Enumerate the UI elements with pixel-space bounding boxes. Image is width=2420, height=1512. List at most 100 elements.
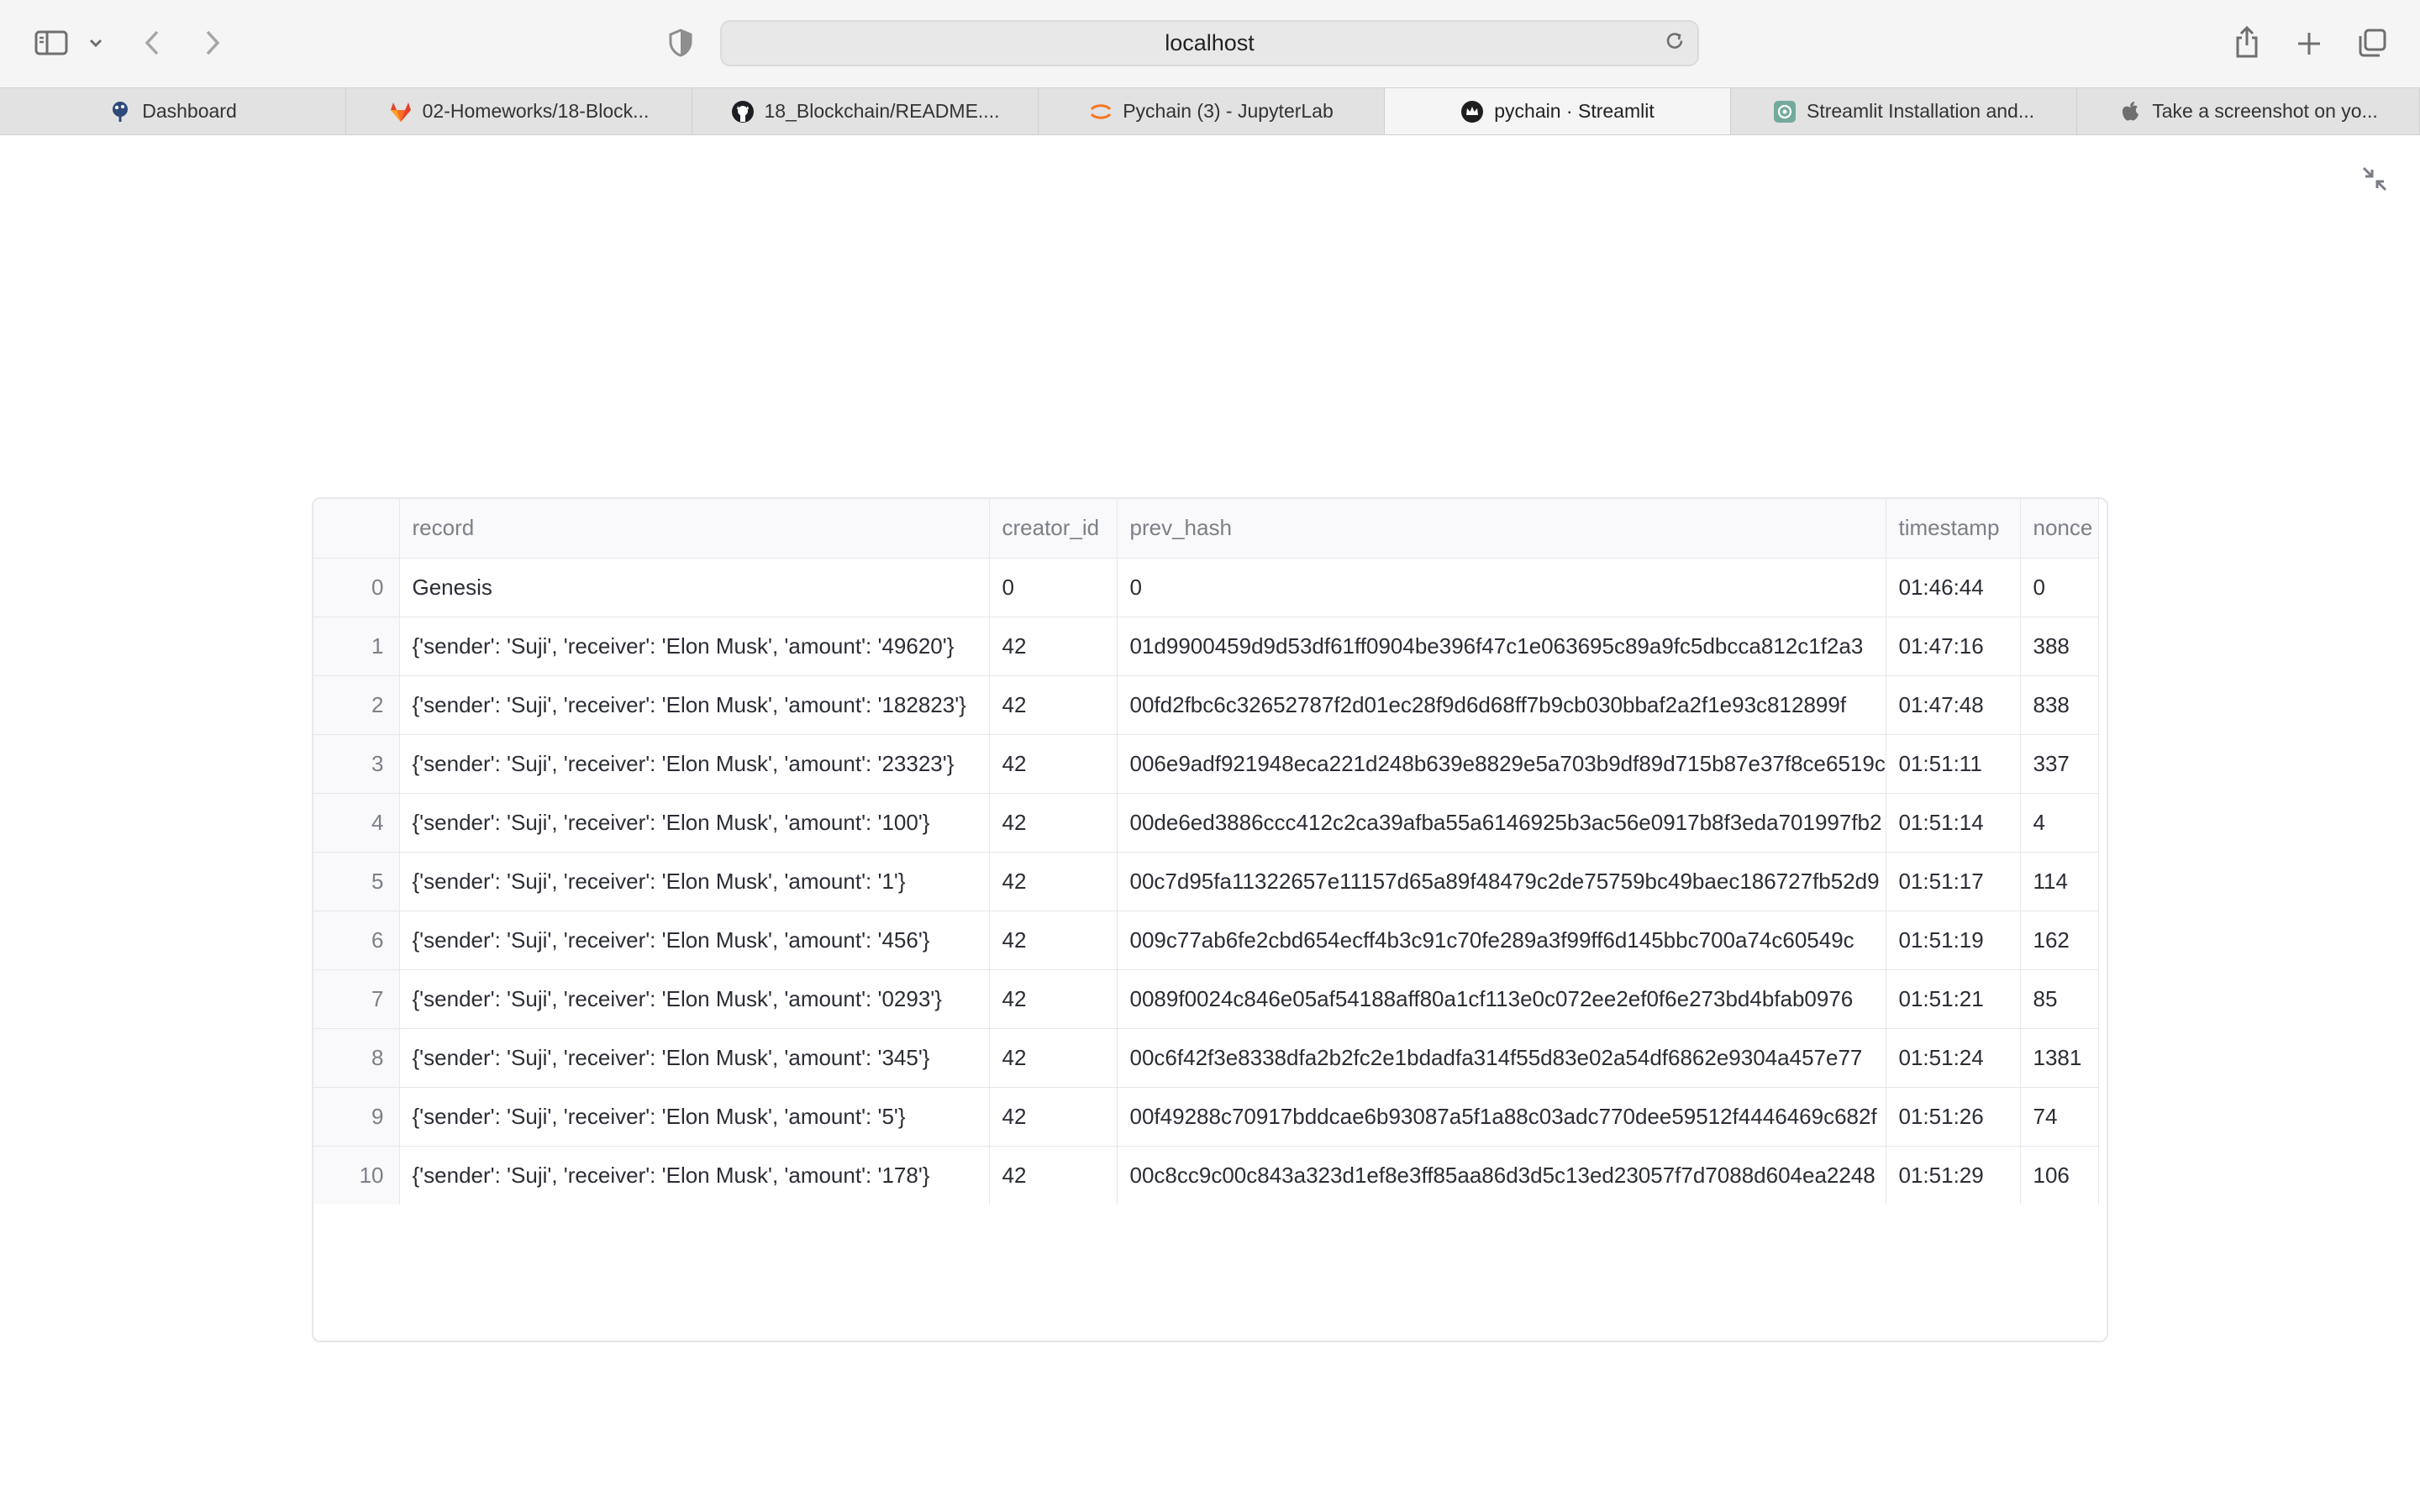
address-bar[interactable]: localhost bbox=[720, 20, 1699, 66]
cell-prev-hash[interactable]: 00f49288c70917bddcae6b93087a5f1a88c03adc… bbox=[1117, 1087, 1886, 1147]
cell-creator-id[interactable]: 42 bbox=[989, 911, 1118, 970]
cell-timestamp[interactable]: 01:46:44 bbox=[1886, 558, 2021, 617]
tab-label: pychain · Streamlit bbox=[1494, 100, 1655, 122]
cell-creator-id[interactable]: 0 bbox=[989, 558, 1118, 617]
share-icon[interactable] bbox=[2230, 24, 2264, 60]
tab-streamlit-installation[interactable]: Streamlit Installation and... bbox=[1731, 88, 2077, 134]
cell-timestamp[interactable]: 01:51:19 bbox=[1886, 911, 2021, 970]
cell-creator-id[interactable]: 42 bbox=[989, 852, 1118, 911]
cell-creator-id[interactable]: 42 bbox=[989, 1028, 1118, 1088]
row-index[interactable]: 3 bbox=[313, 734, 400, 794]
row-index[interactable]: 8 bbox=[313, 1028, 400, 1088]
cell-prev-hash[interactable]: 01d9900459d9d53df61ff0904be396f47c1e0636… bbox=[1117, 617, 1886, 676]
cell-timestamp[interactable]: 01:47:16 bbox=[1886, 617, 2021, 676]
row-index[interactable]: 7 bbox=[313, 969, 400, 1029]
row-index[interactable]: 4 bbox=[313, 793, 400, 853]
cell-nonce[interactable]: 337 bbox=[2020, 734, 2099, 794]
gitlab-icon bbox=[389, 100, 413, 123]
cell-prev-hash[interactable]: 00fd2fbc6c32652787f2d01ec28f9d6d68ff7b9c… bbox=[1117, 675, 1886, 735]
cell-prev-hash[interactable]: 006e9adf921948eca221d248b639e8829e5a703b… bbox=[1117, 734, 1886, 794]
tab-apple-screenshot[interactable]: Take a screenshot on yo... bbox=[2077, 88, 2420, 134]
column-header-record[interactable]: record bbox=[399, 499, 990, 559]
table-row: 8 {'sender': 'Suji', 'receiver': 'Elon Mu… bbox=[313, 1028, 2099, 1088]
cell-nonce[interactable]: 114 bbox=[2020, 852, 2099, 911]
column-header-prev-hash[interactable]: prev_hash bbox=[1117, 499, 1886, 559]
cell-nonce[interactable]: 74 bbox=[2020, 1087, 2099, 1147]
new-tab-plus-icon[interactable] bbox=[2292, 27, 2326, 60]
cell-timestamp[interactable]: 01:51:29 bbox=[1886, 1146, 2021, 1205]
cell-creator-id[interactable]: 42 bbox=[989, 675, 1118, 735]
column-header-nonce[interactable]: nonce bbox=[2020, 499, 2099, 559]
cell-creator-id[interactable]: 42 bbox=[989, 1146, 1118, 1205]
cell-record[interactable]: {'sender': 'Suji', 'receiver': 'Elon Mus… bbox=[399, 734, 990, 794]
cell-record[interactable]: {'sender': 'Suji', 'receiver': 'Elon Mus… bbox=[399, 969, 990, 1029]
cell-record[interactable]: {'sender': 'Suji', 'receiver': 'Elon Mus… bbox=[399, 1146, 990, 1205]
exit-fullscreen-icon[interactable] bbox=[2361, 165, 2388, 192]
row-index[interactable]: 0 bbox=[313, 558, 400, 617]
row-index[interactable]: 5 bbox=[313, 852, 400, 911]
cell-creator-id[interactable]: 42 bbox=[989, 969, 1118, 1029]
table-row: 3 {'sender': 'Suji', 'receiver': 'Elon Mu… bbox=[313, 734, 2099, 794]
tab-strip: Dashboard 02-Homeworks/18-Block... 18_Bl… bbox=[0, 87, 2420, 135]
row-index[interactable]: 6 bbox=[313, 911, 400, 970]
cell-timestamp[interactable]: 01:51:26 bbox=[1886, 1087, 2021, 1147]
cell-record[interactable]: {'sender': 'Suji', 'receiver': 'Elon Mus… bbox=[399, 617, 990, 676]
table-row: 6 {'sender': 'Suji', 'receiver': 'Elon Mu… bbox=[313, 911, 2099, 970]
tab-github-readme[interactable]: 18_Blockchain/README.... bbox=[692, 88, 1039, 134]
sidebar-toggle-icon[interactable] bbox=[32, 27, 71, 59]
cell-prev-hash[interactable]: 0089f0024c846e05af54188aff80a1cf113e0c07… bbox=[1117, 969, 1886, 1029]
cell-record[interactable]: {'sender': 'Suji', 'receiver': 'Elon Mus… bbox=[399, 1087, 990, 1147]
cell-nonce[interactable]: 162 bbox=[2020, 911, 2099, 970]
tab-pychain-streamlit[interactable]: pychain · Streamlit bbox=[1385, 88, 1731, 134]
cell-nonce[interactable]: 1381 bbox=[2020, 1028, 2099, 1088]
cell-prev-hash[interactable]: 009c77ab6fe2cbd654ecff4b3c91c70fe289a3f9… bbox=[1117, 911, 1886, 970]
reload-icon[interactable] bbox=[1664, 29, 1686, 57]
row-index[interactable]: 9 bbox=[313, 1087, 400, 1147]
cell-record[interactable]: {'sender': 'Suji', 'receiver': 'Elon Mus… bbox=[399, 793, 990, 853]
table-row: 0 Genesis 0 0 01:46:44 0 bbox=[313, 558, 2099, 617]
tab-dashboard[interactable]: Dashboard bbox=[0, 88, 346, 134]
row-index[interactable]: 2 bbox=[313, 675, 400, 735]
cell-timestamp[interactable]: 01:51:17 bbox=[1886, 852, 2021, 911]
tab-gitlab-homeworks[interactable]: 02-Homeworks/18-Block... bbox=[346, 88, 692, 134]
cell-prev-hash[interactable]: 00c7d95fa11322657e11157d65a89f48479c2de7… bbox=[1117, 852, 1886, 911]
tab-overview-icon[interactable] bbox=[2354, 25, 2390, 60]
cell-prev-hash[interactable]: 00de6ed3886ccc412c2ca39afba55a6146925b3a… bbox=[1117, 793, 1886, 853]
column-header-creator-id[interactable]: creator_id bbox=[989, 499, 1118, 559]
cell-nonce[interactable]: 85 bbox=[2020, 969, 2099, 1029]
cell-prev-hash[interactable]: 00c6f42f3e8338dfa2b2fc2e1bdadfa314f55d83… bbox=[1117, 1028, 1886, 1088]
cell-nonce[interactable]: 106 bbox=[2020, 1146, 2099, 1205]
cell-timestamp[interactable]: 01:51:24 bbox=[1886, 1028, 2021, 1088]
cell-nonce[interactable]: 838 bbox=[2020, 675, 2099, 735]
cell-nonce[interactable]: 388 bbox=[2020, 617, 2099, 676]
cell-prev-hash[interactable]: 00c8cc9c00c843a323d1ef8e3ff85aa86d3d5c13… bbox=[1117, 1146, 1886, 1205]
chevron-down-icon[interactable] bbox=[86, 30, 106, 55]
cell-timestamp[interactable]: 01:51:11 bbox=[1886, 734, 2021, 794]
cell-creator-id[interactable]: 42 bbox=[989, 734, 1118, 794]
cell-creator-id[interactable]: 42 bbox=[989, 1087, 1118, 1147]
table-row: 4 {'sender': 'Suji', 'receiver': 'Elon Mu… bbox=[313, 793, 2099, 853]
cell-prev-hash[interactable]: 0 bbox=[1117, 558, 1886, 617]
forward-arrow-icon[interactable] bbox=[200, 27, 225, 59]
table-row: 1 {'sender': 'Suji', 'receiver': 'Elon Mu… bbox=[313, 617, 2099, 676]
row-index[interactable]: 1 bbox=[313, 617, 400, 676]
cell-record[interactable]: Genesis bbox=[399, 558, 990, 617]
cell-record[interactable]: {'sender': 'Suji', 'receiver': 'Elon Mus… bbox=[399, 852, 990, 911]
column-header-timestamp[interactable]: timestamp bbox=[1886, 499, 2021, 559]
cell-nonce[interactable]: 0 bbox=[2020, 558, 2099, 617]
cell-creator-id[interactable]: 42 bbox=[989, 617, 1118, 676]
blockchain-dataframe[interactable]: record creator_id prev_hash timestamp no… bbox=[312, 497, 2108, 1342]
cell-record[interactable]: {'sender': 'Suji', 'receiver': 'Elon Mus… bbox=[399, 1028, 990, 1088]
cell-nonce[interactable]: 4 bbox=[2020, 793, 2099, 853]
tab-jupyterlab[interactable]: Pychain (3) - JupyterLab bbox=[1039, 88, 1385, 134]
cell-timestamp[interactable]: 01:51:21 bbox=[1886, 969, 2021, 1029]
back-arrow-icon[interactable] bbox=[139, 27, 165, 59]
index-header[interactable] bbox=[313, 499, 400, 559]
cell-record[interactable]: {'sender': 'Suji', 'receiver': 'Elon Mus… bbox=[399, 911, 990, 970]
cell-creator-id[interactable]: 42 bbox=[989, 793, 1118, 853]
privacy-shield-icon[interactable] bbox=[666, 27, 696, 59]
cell-timestamp[interactable]: 01:51:14 bbox=[1886, 793, 2021, 853]
cell-timestamp[interactable]: 01:47:48 bbox=[1886, 675, 2021, 735]
cell-record[interactable]: {'sender': 'Suji', 'receiver': 'Elon Mus… bbox=[399, 675, 990, 735]
row-index[interactable]: 10 bbox=[313, 1146, 400, 1205]
